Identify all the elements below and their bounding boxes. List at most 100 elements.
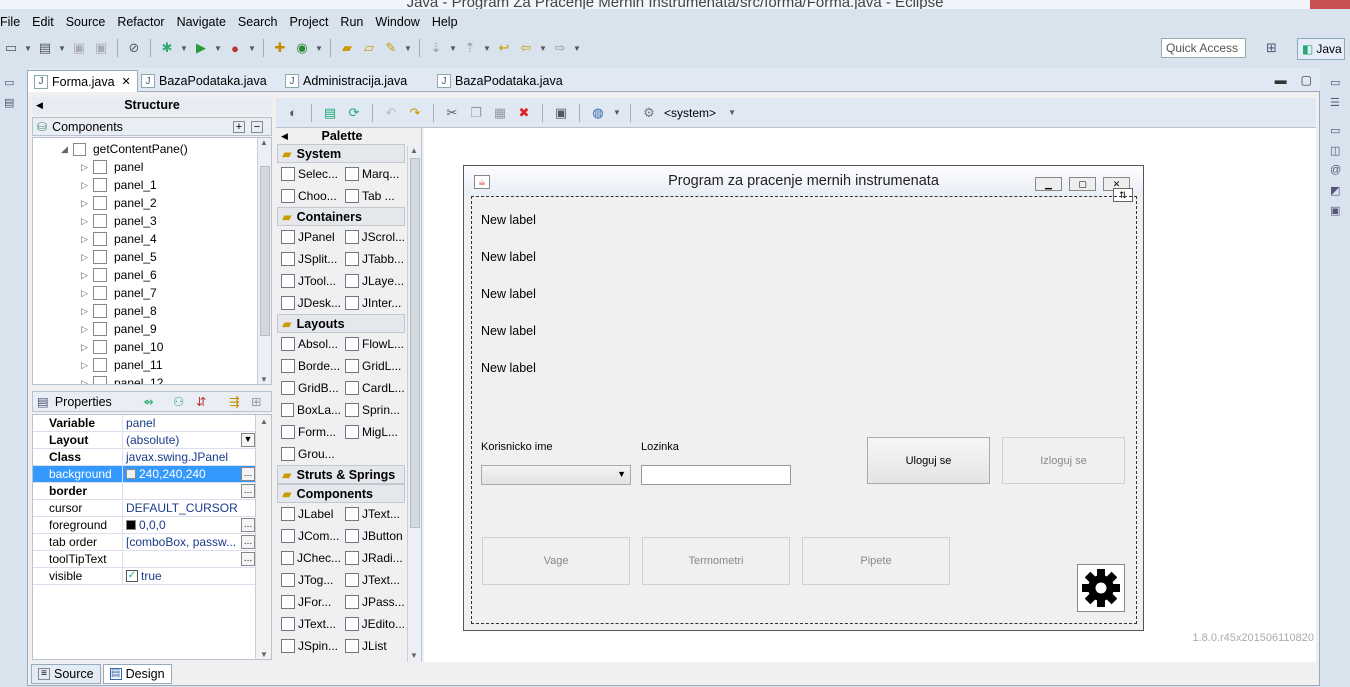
close-button[interactable] [1310, 0, 1350, 9]
quick-access-input[interactable]: Quick Access [1161, 38, 1246, 58]
menu-project[interactable]: Project [284, 15, 335, 29]
palette-item[interactable]: JTabb... [345, 249, 405, 269]
jframe-minimize-icon[interactable]: ▁ [1035, 177, 1062, 191]
next-annotation-icon[interactable]: ⇣ [427, 39, 445, 57]
property-row[interactable]: Class javax.swing.JPanel [33, 449, 255, 466]
palette-item[interactable]: Borde... [281, 356, 341, 376]
palette-item[interactable]: JChec... [281, 548, 341, 568]
delete-icon[interactable]: ✖ [515, 104, 533, 122]
collapsed-arrow-icon[interactable]: ▷ [81, 162, 93, 173]
scroll-down-icon[interactable]: ▼ [260, 375, 268, 384]
new-label-5[interactable]: New label [481, 361, 536, 375]
palette-item[interactable]: JSpin... [281, 636, 341, 656]
maximize-button[interactable] [1282, 0, 1310, 9]
property-row[interactable]: visible ✓ true [33, 568, 255, 585]
palette-category-system[interactable]: ▰ System [277, 144, 405, 163]
palette-item[interactable]: FlowL... [345, 334, 405, 354]
scroll-down-icon[interactable]: ▼ [260, 650, 268, 659]
new-java-class-icon[interactable]: ◉ [293, 39, 311, 57]
dropdown-icon[interactable]: ▼ [404, 39, 412, 57]
palette-item[interactable]: JLaye... [345, 271, 405, 291]
copy-icon[interactable]: ❐ [467, 104, 485, 122]
new-label-3[interactable]: New label [481, 287, 536, 301]
palette-item[interactable]: JPass... [345, 592, 405, 612]
tree-item[interactable]: ▷ panel_6 [81, 266, 157, 284]
tree-item[interactable]: ▷ panel_7 [81, 284, 157, 302]
new-java-package-icon[interactable]: ✚ [271, 39, 289, 57]
palette-item[interactable]: Sprin... [345, 400, 405, 420]
properties-scrollbar[interactable]: ▲ ▼ [255, 415, 271, 659]
property-row[interactable]: Variable panel [33, 415, 255, 432]
refresh-icon[interactable]: ⟳ [345, 104, 363, 122]
undo-icon[interactable]: ↶ [382, 104, 400, 122]
palette-header[interactable]: ◀ Palette [276, 128, 408, 145]
tree-item[interactable]: ▷ panel_1 [81, 176, 157, 194]
collapse-arrow-icon[interactable]: ◀ [281, 128, 288, 145]
property-row[interactable]: foreground 0,0,0… [33, 517, 255, 534]
palette-category-containers[interactable]: ▰ Containers [277, 207, 405, 226]
tree-item[interactable]: ▷ panel_8 [81, 302, 157, 320]
tree-item[interactable]: ▷ panel_2 [81, 194, 157, 212]
declaration-icon[interactable]: ◩ [1330, 184, 1344, 198]
pipettes-button[interactable]: Pipete [802, 537, 950, 585]
palette-item[interactable]: Marq... [345, 164, 405, 184]
minimize-icon[interactable]: ▬ [1275, 73, 1287, 87]
scales-button[interactable]: Vage [482, 537, 630, 585]
paste-icon[interactable]: ▦ [491, 104, 509, 122]
palette-item[interactable]: Choo... [281, 186, 341, 206]
java-perspective-button[interactable]: ◧ Java [1297, 38, 1345, 60]
tree-root[interactable]: ◢ getContentPane() [61, 140, 188, 158]
palette-item[interactable]: JRadi... [345, 548, 405, 568]
palette-item[interactable]: BoxLa... [281, 400, 341, 420]
open-folder-icon[interactable]: ▱ [360, 39, 378, 57]
more-icon[interactable]: … [241, 535, 255, 549]
tree-item[interactable]: ▷ panel_5 [81, 248, 157, 266]
convert-local-icon[interactable]: ⚇ [173, 394, 184, 409]
palette-item[interactable]: JFor... [281, 592, 341, 612]
property-row[interactable]: toolTipText… [33, 551, 255, 568]
back-icon[interactable]: ⇦ [517, 39, 535, 57]
logout-button[interactable]: Izloguj se [1002, 437, 1125, 484]
palette-item[interactable]: JList [345, 636, 405, 656]
new-label-4[interactable]: New label [481, 324, 536, 338]
dropdown-icon[interactable]: ▼ [315, 39, 323, 57]
menu-file[interactable]: File [0, 15, 26, 29]
palette-item[interactable]: JTool... [281, 271, 341, 291]
dropdown-icon[interactable]: ▼ [180, 39, 188, 57]
palette-item[interactable]: Selec... [281, 164, 341, 184]
save-all-icon[interactable]: ▣ [92, 39, 110, 57]
palette-item[interactable]: JTog... [281, 570, 341, 590]
palette-item[interactable]: JText... [345, 504, 405, 524]
property-row[interactable]: cursor DEFAULT_CURSOR [33, 500, 255, 517]
palette-item[interactable]: JButton [345, 526, 405, 546]
restore-icon[interactable]: ▭ [1330, 124, 1344, 138]
tab-design[interactable]: ▤ Design [102, 664, 172, 684]
more-icon[interactable]: … [241, 484, 255, 498]
restore-icon[interactable]: ▭ [1330, 76, 1344, 90]
palette-scrollbar[interactable]: ▲ ▼ [407, 146, 421, 662]
last-edit-icon[interactable]: ↩ [495, 39, 513, 57]
minimize-button[interactable] [1254, 0, 1282, 9]
tree-item[interactable]: ▷ panel_10 [81, 338, 163, 356]
tab-bazapodataka-java[interactable]: J BazaPodataka.java [135, 70, 273, 92]
checkbox-checked-icon[interactable]: ✓ [126, 570, 138, 582]
skip-breakpoints-icon[interactable]: ⊘ [125, 39, 143, 57]
goto-definition-icon[interactable]: ⇴ [143, 394, 153, 409]
dropdown-icon[interactable]: ▼ [449, 39, 457, 57]
login-button[interactable]: Uloguj se [867, 437, 990, 484]
palette-category-components[interactable]: ▰ Components [277, 484, 405, 503]
tab-order-icon[interactable]: ▣ [552, 104, 570, 122]
palette-item[interactable]: Absol... [281, 334, 341, 354]
scroll-up-icon[interactable]: ▲ [260, 138, 268, 147]
structure-header[interactable]: ◀ Structure [32, 97, 272, 114]
palette-item[interactable]: GridL... [345, 356, 405, 376]
tree-item[interactable]: ▷ panel_3 [81, 212, 157, 230]
javadoc-icon[interactable]: @ [1330, 164, 1344, 178]
palette-item[interactable]: JDesk... [281, 293, 341, 313]
new-project-icon[interactable]: ▤ [36, 39, 54, 57]
cut-icon[interactable]: ✂ [443, 104, 461, 122]
property-row[interactable]: Layout (absolute) ▼ [33, 432, 255, 449]
palette-item[interactable]: JLabel [281, 504, 341, 524]
previous-annotation-icon[interactable]: ⇡ [461, 39, 479, 57]
system-laf-icon[interactable]: ⚙ [640, 104, 658, 122]
